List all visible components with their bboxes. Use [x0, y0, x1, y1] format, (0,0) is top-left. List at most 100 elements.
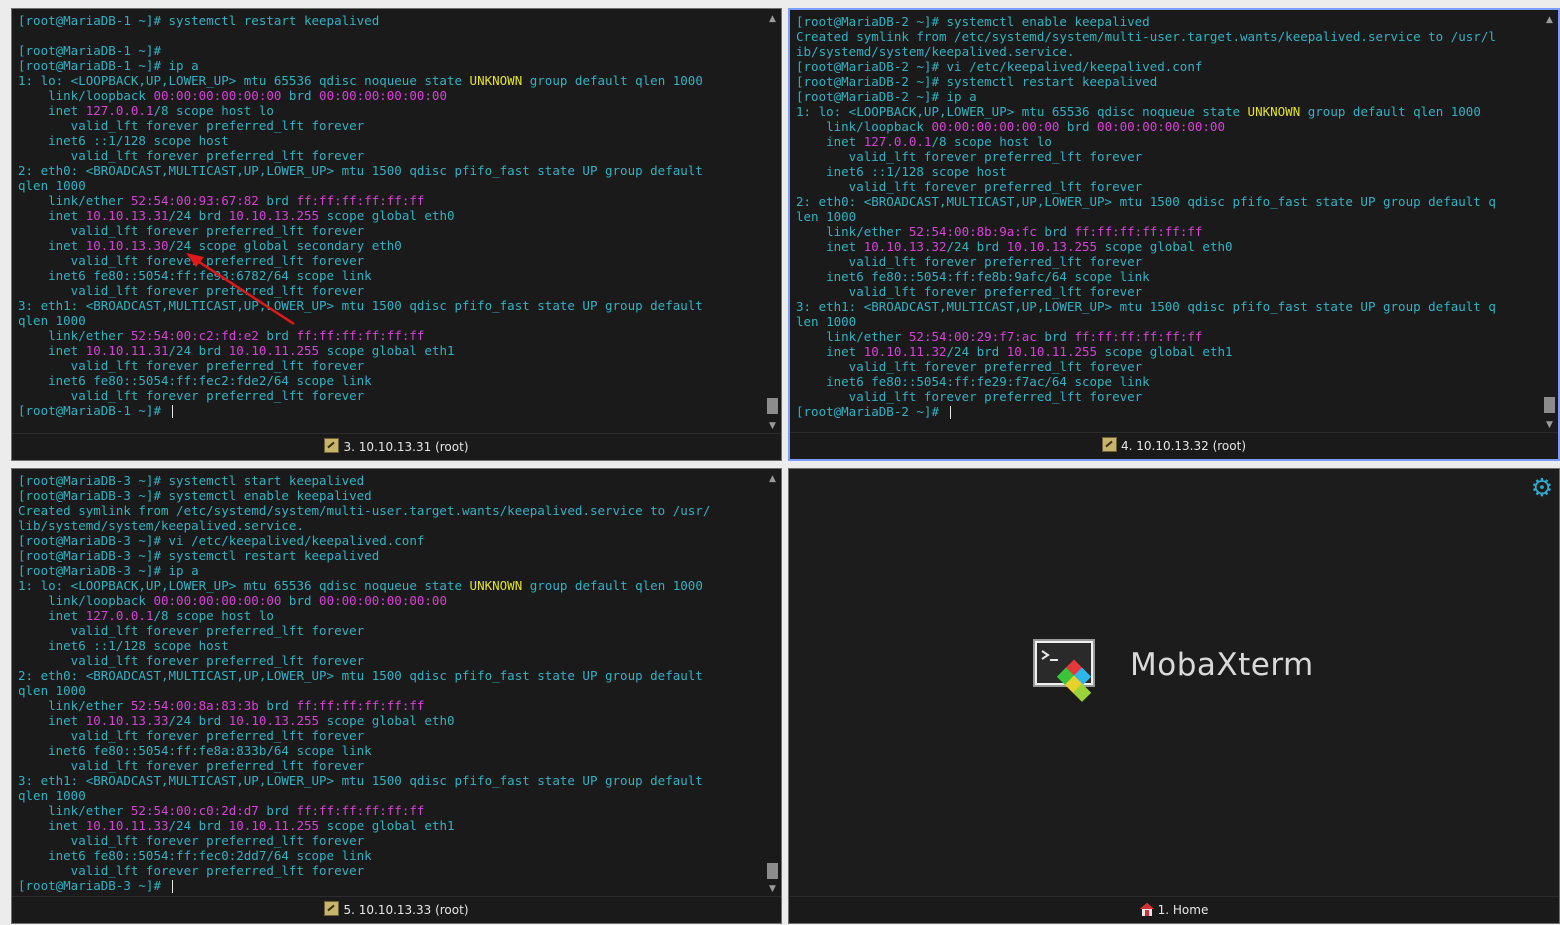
scroll-thumb[interactable] — [767, 863, 778, 879]
session-tab-label: 5. 10.10.13.33 (root) — [343, 903, 469, 917]
terminal-text: link/loopback — [18, 593, 154, 608]
terminal-line: valid_lft forever preferred_lft forever — [18, 758, 761, 773]
terminal-text: len 1000 — [796, 209, 857, 224]
terminal-text: qlen 1000 — [18, 313, 86, 328]
terminal-line: [root@MariaDB-2 ~]# vi /etc/keepalived/k… — [796, 59, 1538, 74]
terminal-line: inet 127.0.0.1/8 scope host lo — [18, 608, 761, 623]
terminal-pane-mariadb-3[interactable]: [root@MariaDB-3 ~]# systemctl start keep… — [11, 468, 782, 924]
highlighted-value: 127.0.0.1 — [863, 134, 932, 149]
terminal-line: ib/systemd/system/keepalived.service. — [796, 44, 1538, 59]
terminal-text: inet6 fe80::5054:ff:fe8a:833b/64 scope l… — [18, 743, 372, 758]
scroll-up-icon[interactable]: ▲ — [766, 13, 779, 25]
home-pane[interactable]: ⚙ MobaXterm 1. Home — [788, 468, 1560, 924]
terminal-text: /24 brd — [168, 713, 229, 728]
terminal-text: 1: lo: <LOOPBACK,UP,LOWER_UP> mtu 65536 … — [18, 73, 470, 88]
terminal-line: Created symlink from /etc/systemd/system… — [18, 503, 761, 518]
terminal-pane-mariadb-2[interactable]: [root@MariaDB-2 ~]# systemctl enable kee… — [788, 8, 1560, 461]
terminal-line: qlen 1000 — [18, 313, 761, 328]
highlighted-value: 10.10.13.30 — [85, 238, 169, 253]
highlighted-value: 10.10.13.32 — [863, 239, 947, 254]
highlighted-value: 127.0.0.1 — [85, 103, 154, 118]
highlighted-value: 52:54:00:93:67:82 — [130, 193, 259, 208]
scroll-up-icon[interactable]: ▲ — [1543, 14, 1556, 26]
vertical-scrollbar[interactable]: ▲ ▼ — [766, 13, 779, 432]
session-tab[interactable]: 5. 10.10.13.33 (root) — [12, 896, 781, 923]
vertical-scrollbar[interactable]: ▲ ▼ — [766, 473, 779, 895]
terminal-line: 3: eth1: <BROADCAST,MULTICAST,UP,LOWER_U… — [18, 298, 761, 313]
terminal-line: link/loopback 00:00:00:00:00:00 brd 00:0… — [18, 593, 761, 608]
scroll-thumb[interactable] — [767, 398, 778, 414]
terminal-line: 2: eth0: <BROADCAST,MULTICAST,UP,LOWER_U… — [796, 194, 1538, 209]
scroll-down-icon[interactable]: ▼ — [766, 420, 779, 432]
terminal-line: link/ether 52:54:00:c2:fd:e2 brd ff:ff:f… — [18, 328, 761, 343]
terminal-text: scope global eth1 — [319, 343, 455, 358]
terminal-text: brd — [1036, 224, 1075, 239]
session-tab-label: 1. Home — [1157, 903, 1209, 917]
highlighted-value: 10.10.11.33 — [85, 818, 169, 833]
terminal-line: valid_lft forever preferred_lft forever — [18, 253, 761, 268]
terminal-text: brd — [1059, 119, 1098, 134]
terminal-line: [root@MariaDB-1 ~]# — [18, 43, 761, 58]
terminal-line: 3: eth1: <BROADCAST,MULTICAST,UP,LOWER_U… — [796, 299, 1538, 314]
ssh-session-icon — [1101, 437, 1117, 452]
highlighted-value: 10.10.13.255 — [228, 713, 320, 728]
session-tab[interactable]: 3. 10.10.13.31 (root) — [12, 433, 781, 460]
terminal-text: valid_lft forever preferred_lft forever — [18, 728, 365, 743]
terminal-line: [root@MariaDB-3 ~]# — [18, 878, 761, 893]
highlighted-value: 10.10.11.255 — [228, 818, 320, 833]
highlighted-value: 10.10.11.255 — [228, 343, 320, 358]
terminal-line: valid_lft forever preferred_lft forever — [18, 833, 761, 848]
vertical-scrollbar[interactable]: ▲ ▼ — [1543, 14, 1556, 431]
session-tab[interactable]: 4. 10.10.13.32 (root) — [790, 432, 1558, 459]
terminal-output[interactable]: [root@MariaDB-3 ~]# systemctl start keep… — [18, 473, 761, 893]
gear-icon[interactable]: ⚙ — [1529, 475, 1555, 501]
terminal-line: qlen 1000 — [18, 178, 761, 193]
terminal-text: 3: eth1: <BROADCAST,MULTICAST,UP,LOWER_U… — [18, 298, 703, 313]
terminal-text: /8 scope host lo — [153, 608, 274, 623]
scroll-up-icon[interactable]: ▲ — [766, 473, 779, 485]
terminal-text: link/ether — [796, 224, 909, 239]
terminal-text: valid_lft forever preferred_lft forever — [796, 284, 1143, 299]
terminal-output[interactable]: [root@MariaDB-1 ~]# systemctl restart ke… — [18, 13, 761, 418]
terminal-text: inet — [796, 239, 864, 254]
terminal-text: valid_lft forever preferred_lft forever — [18, 833, 365, 848]
highlighted-value: ff:ff:ff:ff:ff:ff — [1074, 329, 1203, 344]
terminal-line: inet6 fe80::5054:ff:fec2:fde2/64 scope l… — [18, 373, 761, 388]
terminal-line: inet6 fe80::5054:ff:fe8a:833b/64 scope l… — [18, 743, 761, 758]
terminal-text: /24 brd — [168, 343, 229, 358]
highlighted-value: UNKNOWN — [469, 578, 523, 593]
terminal-line: link/ether 52:54:00:8a:83:3b brd ff:ff:f… — [18, 698, 761, 713]
terminal-line: 2: eth0: <BROADCAST,MULTICAST,UP,LOWER_U… — [18, 668, 761, 683]
terminal-line: inet 10.10.11.31/24 brd 10.10.11.255 sco… — [18, 343, 761, 358]
scroll-down-icon[interactable]: ▼ — [766, 883, 779, 895]
session-tab-home[interactable]: 1. Home — [789, 896, 1559, 923]
terminal-pane-mariadb-1[interactable]: [root@MariaDB-1 ~]# systemctl restart ke… — [11, 8, 782, 461]
terminal-text: 3: eth1: <BROADCAST,MULTICAST,UP,LOWER_U… — [18, 773, 703, 788]
terminal-line: valid_lft forever preferred_lft forever — [796, 284, 1538, 299]
terminal-line: [root@MariaDB-3 ~]# systemctl start keep… — [18, 473, 761, 488]
highlighted-value: 52:54:00:29:f7:ac — [908, 329, 1037, 344]
terminal-text: valid_lft forever preferred_lft forever — [18, 358, 365, 373]
terminal-text: valid_lft forever preferred_lft forever — [796, 359, 1143, 374]
terminal-text: group default qlen 1000 — [522, 73, 703, 88]
terminal-text: valid_lft forever preferred_lft forever — [796, 179, 1143, 194]
terminal-text: /8 scope host lo — [153, 103, 274, 118]
terminal-output[interactable]: [root@MariaDB-2 ~]# systemctl enable kee… — [796, 14, 1538, 419]
highlighted-value: ff:ff:ff:ff:ff:ff — [296, 328, 425, 343]
terminal-line: [root@MariaDB-2 ~]# — [796, 404, 1538, 419]
terminal-text: scope global eth0 — [319, 208, 455, 223]
terminal-line: inet6 fe80::5054:ff:fe93:6782/64 scope l… — [18, 268, 761, 283]
scroll-down-icon[interactable]: ▼ — [1543, 419, 1556, 431]
red-arrow-annotation — [186, 253, 295, 326]
highlighted-value: 10.10.11.31 — [85, 343, 169, 358]
scroll-thumb[interactable] — [1544, 397, 1555, 413]
terminal-line: inet6 ::1/128 scope host — [796, 164, 1538, 179]
highlighted-value: 00:00:00:00:00:00 — [319, 593, 447, 608]
terminal-text: qlen 1000 — [18, 788, 86, 803]
terminal-line: valid_lft forever preferred_lft forever — [796, 359, 1538, 374]
terminal-line: [root@MariaDB-2 ~]# systemctl restart ke… — [796, 74, 1538, 89]
terminal-text: valid_lft forever preferred_lft forever — [18, 758, 365, 773]
terminal-text: link/ether — [18, 328, 131, 343]
terminal-text: [root@MariaDB-3 ~]# — [18, 878, 169, 893]
highlighted-value: 00:00:00:00:00:00 — [319, 88, 447, 103]
